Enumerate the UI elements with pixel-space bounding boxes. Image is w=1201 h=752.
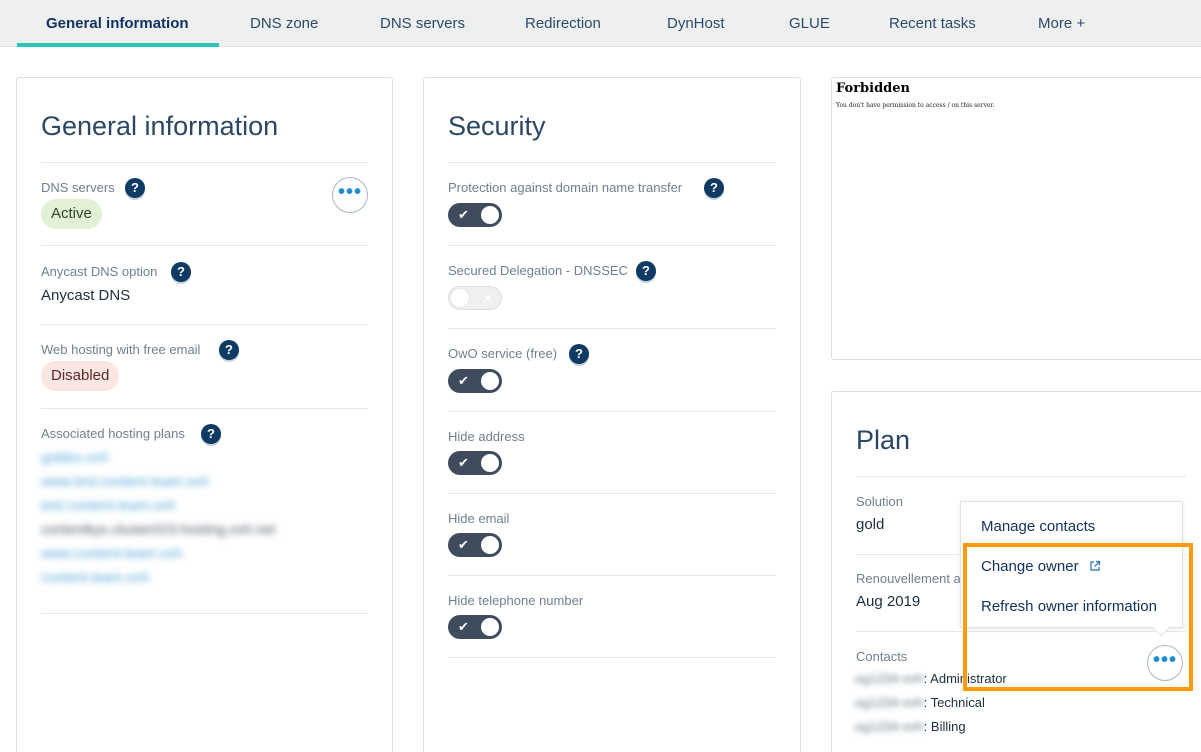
question-mark-icon[interactable]: ? xyxy=(125,178,145,198)
security-card: Security Protection against domain name … xyxy=(423,77,801,752)
hide-address-label: Hide address xyxy=(448,429,525,444)
tab-glue[interactable]: GLUE xyxy=(789,0,830,47)
divider xyxy=(41,245,368,246)
plan-title: Plan xyxy=(856,425,911,455)
divider xyxy=(448,575,776,576)
divider xyxy=(448,657,776,658)
hide-email-label: Hide email xyxy=(448,511,510,526)
transfer-protection-toggle[interactable]: ✔ xyxy=(448,203,502,227)
question-mark-icon[interactable]: ? xyxy=(636,261,656,281)
divider xyxy=(41,324,368,325)
divider xyxy=(41,162,368,163)
question-mark-icon[interactable]: ? xyxy=(569,344,589,364)
contact-role: : Billing xyxy=(923,719,966,734)
forbidden-message: You don't have permission to access / on… xyxy=(836,102,995,109)
general-information-card: General information DNS servers ? Active… xyxy=(16,77,393,752)
tab-more[interactable]: More + xyxy=(1038,0,1085,47)
divider xyxy=(41,613,368,614)
owo-service-label: OwO service (free) xyxy=(448,346,558,361)
ellipsis-icon: ••• xyxy=(337,181,362,203)
check-icon: ✔ xyxy=(458,619,469,634)
divider xyxy=(448,162,776,163)
owo-service-toggle[interactable]: ✔ xyxy=(448,369,502,393)
tab-dynhost[interactable]: DynHost xyxy=(667,0,725,47)
manage-contacts-menu-item[interactable]: Manage contacts xyxy=(981,518,1095,535)
anycast-value: Anycast DNS xyxy=(41,287,131,304)
transfer-protection-label: Protection against domain name transfer xyxy=(448,180,683,195)
tab-general-information[interactable]: General information xyxy=(17,0,218,47)
hosting-plan-link[interactable]: content-team.ovh xyxy=(41,569,149,585)
hosting-plan-link[interactable]: test.content-team.ovh xyxy=(41,497,176,513)
contact-role: : Technical xyxy=(923,695,985,710)
divider xyxy=(448,493,776,494)
tab-redirection[interactable]: Redirection xyxy=(525,0,601,47)
general-information-title: General information xyxy=(41,111,279,141)
tab-bar: General information DNS zone DNS servers… xyxy=(0,0,1201,47)
question-mark-icon[interactable]: ? xyxy=(171,262,191,282)
security-title: Security xyxy=(448,111,546,141)
hosting-plan-text: contentkys.cluster023.hosting.ovh.net xyxy=(41,521,276,537)
contacts-label: Contacts xyxy=(856,649,908,664)
tab-dns-servers[interactable]: DNS servers xyxy=(380,0,465,47)
solution-value: gold xyxy=(856,516,885,533)
question-mark-icon[interactable]: ? xyxy=(219,340,239,360)
dns-servers-status-badge: Active xyxy=(41,199,102,229)
hosting-plans-label: Associated hosting plans xyxy=(41,426,185,441)
hide-address-toggle[interactable]: ✔ xyxy=(448,451,502,475)
contact-name: og1234-ovh xyxy=(855,719,924,734)
check-icon: ✔ xyxy=(458,455,469,470)
divider xyxy=(448,328,776,329)
hosting-plan-link[interactable]: www.test.content-team.ovh xyxy=(41,473,209,489)
tab-recent-tasks[interactable]: Recent tasks xyxy=(889,0,976,47)
solution-label: Solution xyxy=(856,494,903,509)
contact-name: og1234-ovh xyxy=(855,671,924,686)
dns-servers-more-button[interactable]: ••• xyxy=(332,177,368,213)
renewal-value: Aug 2019 xyxy=(856,593,921,610)
contact-name: og1234-ovh xyxy=(855,695,924,710)
web-hosting-status-badge: Disabled xyxy=(41,361,120,391)
web-hosting-label: Web hosting with free email xyxy=(41,342,201,357)
divider xyxy=(448,245,776,246)
hide-telephone-toggle[interactable]: ✔ xyxy=(448,615,502,639)
cross-icon: ✕ xyxy=(482,291,493,306)
forbidden-title: Forbidden xyxy=(836,81,910,96)
contact-row: og1234-ovh: Billing xyxy=(855,719,966,734)
highlight-box xyxy=(963,543,1193,691)
dns-servers-label: DNS servers xyxy=(41,180,115,195)
anycast-label: Anycast DNS option xyxy=(41,264,158,279)
divider xyxy=(448,411,776,412)
divider xyxy=(41,408,368,409)
check-icon: ✔ xyxy=(458,373,469,388)
dnssec-label: Secured Delegation - DNSSEC xyxy=(448,263,628,278)
hide-telephone-label: Hide telephone number xyxy=(448,593,584,608)
question-mark-icon[interactable]: ? xyxy=(704,178,724,198)
embedded-frame: Forbidden You don't have permission to a… xyxy=(831,77,1201,360)
check-icon: ✔ xyxy=(458,537,469,552)
contact-row: og1234-ovh: Technical xyxy=(855,695,985,710)
hosting-plan-link[interactable]: www.content-team.ovh xyxy=(41,545,183,561)
divider xyxy=(856,476,1186,477)
renewal-label: Renouvellement a xyxy=(856,571,961,586)
hosting-plan-link[interactable]: goldes.ovh xyxy=(41,449,109,465)
tab-dns-zone[interactable]: DNS zone xyxy=(250,0,318,47)
question-mark-icon[interactable]: ? xyxy=(201,424,221,444)
dnssec-toggle[interactable]: ✕ xyxy=(448,286,502,310)
check-icon: ✔ xyxy=(458,207,469,222)
hide-email-toggle[interactable]: ✔ xyxy=(448,533,502,557)
